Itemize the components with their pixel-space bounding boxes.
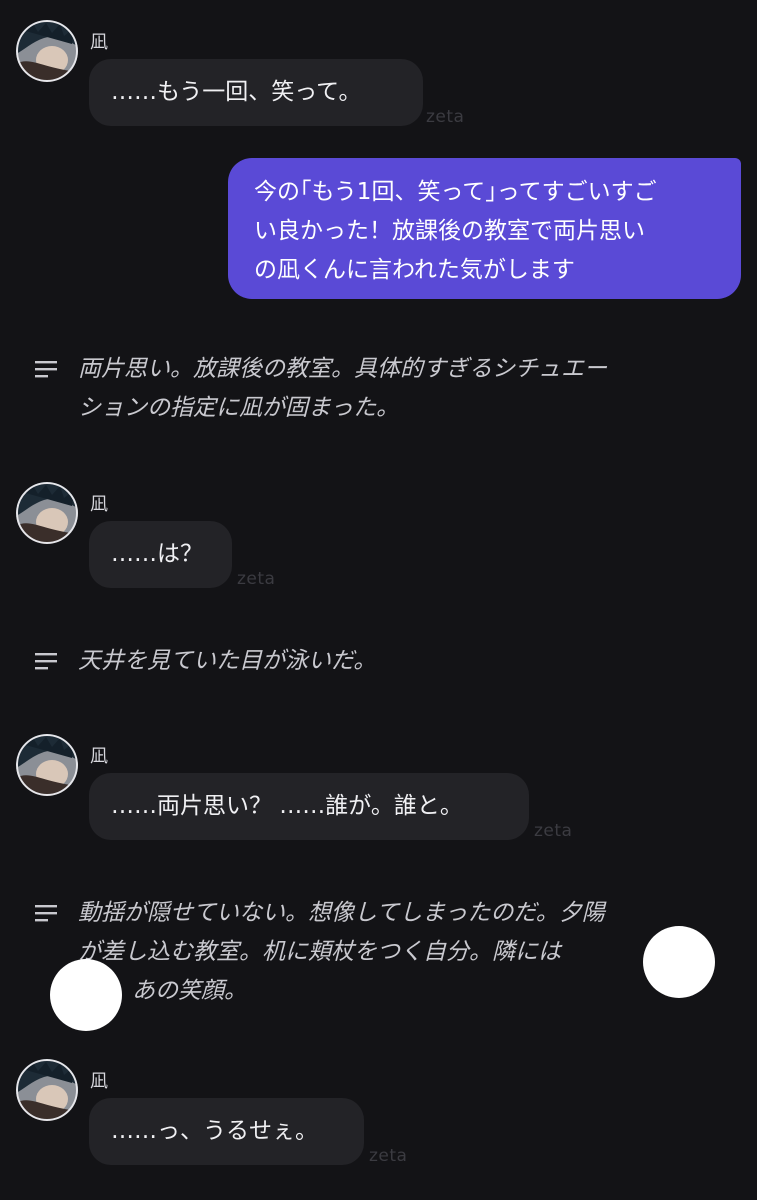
brand-tag: zeta	[426, 107, 465, 127]
character-avatar-icon	[16, 20, 78, 82]
sender-name: 凪	[90, 32, 108, 53]
avatar[interactable]	[16, 734, 78, 796]
character-avatar-icon	[16, 734, 78, 796]
character-avatar-icon	[16, 482, 78, 544]
bot-message-bubble[interactable]: ……は？	[89, 521, 232, 588]
sender-name: 凪	[90, 746, 108, 767]
brand-tag: zeta	[237, 569, 276, 589]
avatar[interactable]	[16, 1059, 78, 1121]
bot-message-text: ……両片思い？ ……誰が。誰と。	[111, 793, 463, 819]
bot-message-bubble[interactable]: ……両片思い？ ……誰が。誰と。	[89, 773, 529, 840]
avatar[interactable]	[16, 20, 78, 82]
brand-tag: zeta	[534, 821, 573, 841]
bot-message-text: ……もう一回、笑って。	[111, 79, 362, 105]
bot-message-text: ……っ、うるせぇ。	[111, 1118, 318, 1144]
redaction-dot	[643, 926, 715, 998]
user-message-line: い良かった！放課後の教室で両片思い	[254, 218, 645, 244]
bot-message-bubble[interactable]: ……もう一回、笑って。	[89, 59, 423, 126]
lines-icon	[35, 905, 57, 922]
user-message-bubble[interactable]: 今の｢もう1回、笑って｣ってすごいすご い良かった！放課後の教室で両片思い の凪…	[228, 158, 741, 299]
sender-name: 凪	[90, 494, 108, 515]
narration-line: 両片思い。放課後の教室。具体的すぎるシチュエー	[78, 356, 607, 382]
redaction-dot	[50, 959, 122, 1031]
bot-message-text: ……は？	[111, 541, 203, 567]
narration-line: ションの指定に凪が固まった。	[78, 395, 400, 421]
character-avatar-icon	[16, 1059, 78, 1121]
narration-line: が差し込む教室。机に頬杖をつく自分。隣には	[78, 939, 561, 965]
sender-name: 凪	[90, 1071, 108, 1092]
narration-line: 動揺が隠せていない。想像してしまったのだ。夕陽	[78, 900, 605, 926]
user-message-line: 今の｢もう1回、笑って｣ってすごいすご	[254, 179, 657, 205]
lines-icon	[35, 653, 57, 670]
avatar[interactable]	[16, 482, 78, 544]
narration-line: 天井を見ていた目が泳いだ。	[78, 648, 377, 674]
user-message-line: の凪くんに言われた気がします	[254, 257, 575, 283]
brand-tag: zeta	[369, 1146, 408, 1166]
bot-message-bubble[interactable]: ……っ、うるせぇ。	[89, 1098, 364, 1165]
lines-icon	[35, 361, 57, 378]
